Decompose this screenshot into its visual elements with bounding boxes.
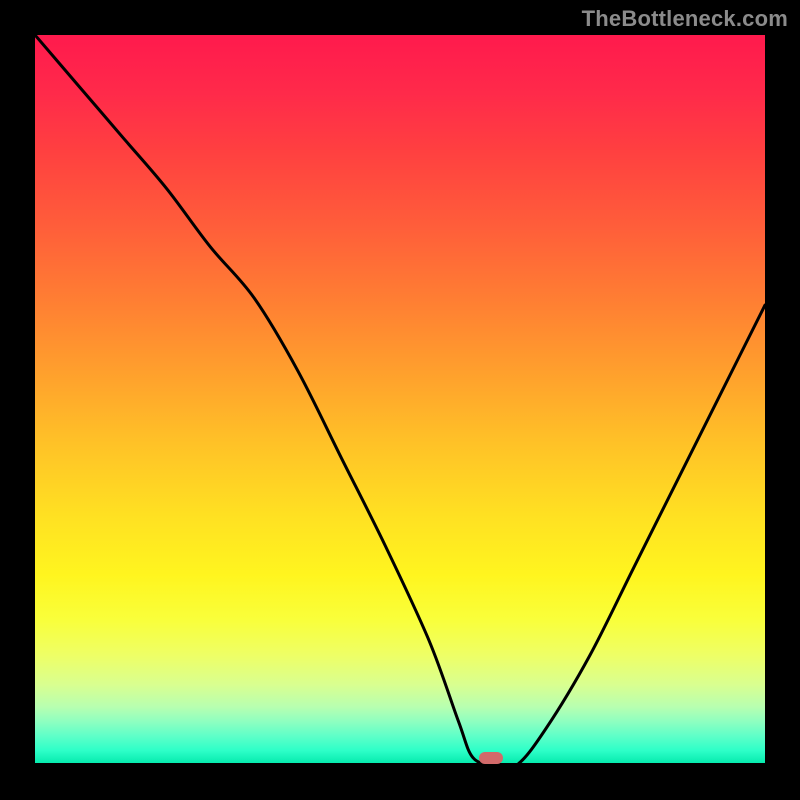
watermark-text: TheBottleneck.com [582,6,788,32]
chart-frame: TheBottleneck.com [0,0,800,800]
optimal-marker [479,752,503,764]
plot-area [35,35,765,765]
bottleneck-curve [35,35,765,765]
